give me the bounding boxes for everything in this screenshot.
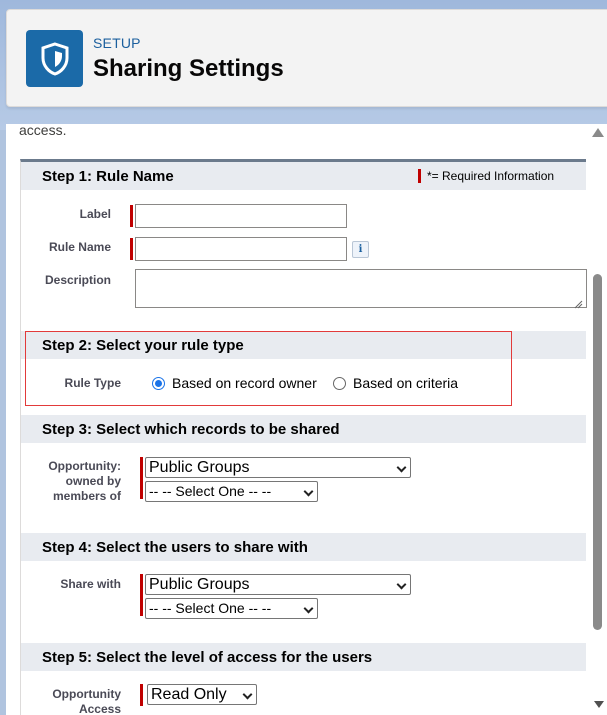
step3-group-select[interactable]: -- -- Select One -- --	[145, 481, 318, 502]
step3-owner-label: Opportunity: owned by members of	[31, 459, 121, 504]
page-header: SETUP Sharing Settings	[6, 9, 607, 107]
opportunity-access-label: Opportunity Access	[31, 687, 121, 715]
step3-label-line1: Opportunity:	[48, 459, 121, 473]
step4-title: Step 4: Select the users to share with	[42, 539, 308, 556]
required-marker	[130, 205, 133, 227]
label-field-label: Label	[79, 207, 111, 221]
rule-name-field-label: Rule Name	[48, 240, 111, 254]
step5-header: Step 5: Select the level of access for t…	[21, 643, 586, 671]
step4-group-type-select[interactable]: Public Groups	[145, 574, 411, 595]
required-marker	[140, 574, 143, 616]
step3-group-type-value: Public Groups	[149, 459, 250, 476]
share-with-label: Share with	[60, 577, 121, 591]
step3-label-line2: owned by	[65, 474, 121, 488]
step1-header: Step 1: Rule Name *= Required Informatio…	[21, 162, 586, 190]
access-level-select[interactable]: Read Only	[147, 684, 257, 705]
step5-title: Step 5: Select the level of access for t…	[42, 649, 373, 666]
rule-name-input[interactable]	[135, 237, 347, 261]
scroll-thumb[interactable]	[593, 274, 602, 630]
required-marker	[140, 684, 143, 706]
resize-grip-icon[interactable]	[574, 296, 583, 309]
radio-criteria-label[interactable]: Based on criteria	[353, 375, 458, 391]
step5-label-line1: Opportunity	[52, 687, 121, 701]
radio-criteria[interactable]	[333, 377, 346, 390]
rule-type-highlight	[25, 331, 512, 406]
required-info-text: *= Required Information	[427, 169, 555, 183]
chevron-down-icon	[303, 486, 314, 497]
description-field-label: Description	[44, 273, 111, 287]
required-info-legend: *= Required Information	[418, 169, 554, 183]
required-marker	[130, 238, 133, 260]
info-icon[interactable]: i	[352, 241, 369, 258]
chevron-down-icon	[242, 689, 253, 700]
radio-record-owner-label[interactable]: Based on record owner	[172, 375, 317, 391]
step3-group-type-select[interactable]: Public Groups	[145, 457, 411, 478]
step4-header: Step 4: Select the users to share with	[21, 533, 586, 561]
scroll-down-icon[interactable]	[594, 701, 604, 708]
radio-record-owner[interactable]	[152, 377, 165, 390]
required-marker	[140, 457, 143, 499]
step1-title: Step 1: Rule Name	[42, 168, 174, 185]
chevron-down-icon	[396, 462, 407, 473]
step3-title: Step 3: Select which records to be share…	[42, 421, 340, 438]
setup-label: SETUP	[93, 35, 141, 51]
step3-group-value: -- -- Select One -- --	[149, 483, 272, 499]
label-input[interactable]	[135, 204, 347, 228]
step4-group-value: -- -- Select One -- --	[149, 600, 272, 616]
access-level-value: Read Only	[151, 686, 227, 703]
intro-text-fragment: access.	[19, 124, 67, 138]
page-title: Sharing Settings	[93, 55, 284, 82]
chevron-down-icon	[396, 579, 407, 590]
sharing-rule-form: Step 1: Rule Name *= Required Informatio…	[20, 159, 587, 715]
description-textarea[interactable]	[135, 269, 587, 308]
step4-group-select[interactable]: -- -- Select One -- --	[145, 598, 318, 619]
shield-icon	[26, 30, 83, 87]
main-content: access. Step 1: Rule Name *= Required In…	[6, 124, 607, 715]
step4-group-type-value: Public Groups	[149, 576, 250, 593]
rule-type-label: Rule Type	[64, 376, 121, 390]
scroll-up-icon[interactable]	[592, 128, 604, 137]
step5-label-line2: Access	[78, 702, 121, 715]
required-indicator-icon	[418, 169, 421, 183]
chevron-down-icon	[303, 603, 314, 614]
vertical-scrollbar[interactable]	[590, 124, 607, 715]
step3-header: Step 3: Select which records to be share…	[21, 415, 586, 443]
step3-label-line3: members of	[52, 489, 121, 503]
